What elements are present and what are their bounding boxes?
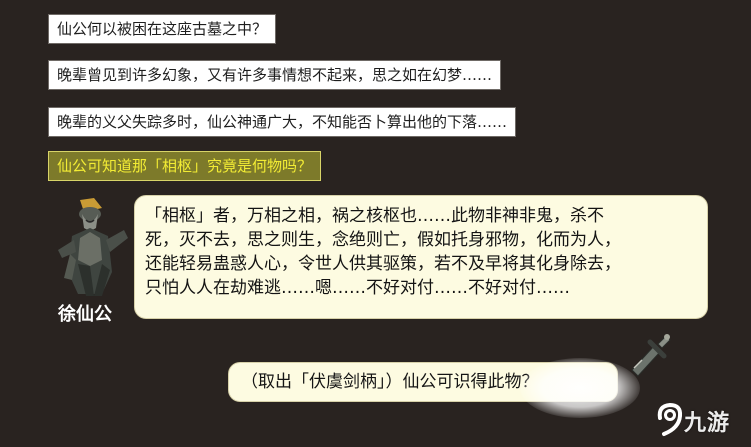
sword-hilt-item-icon	[624, 330, 672, 378]
npc-speech-line-4: 只怕人人在劫难逃……嗯……不好对付……不好对付……	[145, 278, 570, 298]
nine-game-logo-icon	[657, 402, 683, 436]
npc-speech-bubble: 「相枢」者，万相之相，祸之核枢也……此物非神非鬼，杀不 死，灭不去，思之则生，念…	[134, 195, 708, 319]
npc-portrait	[50, 194, 130, 298]
watermark: 九游	[654, 400, 746, 440]
player-speech-bubble: （取出「伏虞剑柄」）仙公可识得此物？	[228, 362, 618, 402]
npc-speech-line-2: 死，灭不去，思之则生，念绝则亡，假如托身邪物，化而为人，	[145, 230, 621, 250]
watermark-text: 九游	[684, 411, 731, 436]
npc-speech-line-1: 「相枢」者，万相之相，祸之核枢也……此物非神非鬼，杀不	[145, 206, 604, 226]
player-speech-text: （取出「伏虞剑柄」）仙公可识得此物？	[241, 372, 539, 392]
dialogue-choice-3[interactable]: 晚辈的义父失踪多时，仙公神通广大，不知能否卜算出他的下落……	[48, 107, 517, 137]
npc-speech-line-3: 还能轻易蛊惑人心，令世人供其驱策，若不及早将其化身除去，	[145, 254, 621, 274]
sage-figure-icon	[58, 198, 128, 296]
dialogue-choice-4-selected[interactable]: 仙公可知道那「相枢」究竟是何物吗？	[48, 151, 322, 181]
dialogue-choice-2[interactable]: 晚辈曾见到许多幻象，又有许多事情想不起来，思之如在幻梦……	[48, 60, 502, 90]
npc-name-label: 徐仙公	[58, 304, 112, 325]
dialogue-choice-1[interactable]: 仙公何以被困在这座古墓之中？	[48, 14, 277, 44]
